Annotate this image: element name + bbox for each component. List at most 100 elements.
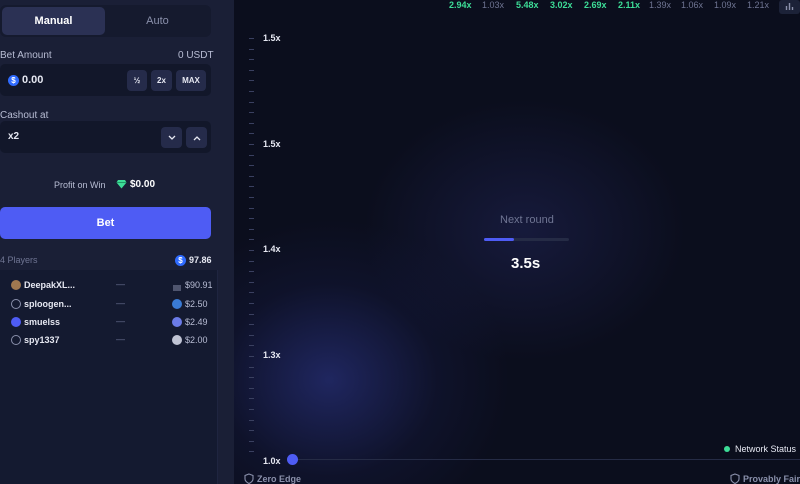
y-axis-tick bbox=[249, 420, 254, 421]
history-item[interactable]: 1.39x bbox=[649, 0, 671, 12]
history-item[interactable]: 3.02x bbox=[550, 0, 573, 12]
avatar bbox=[11, 299, 21, 309]
y-axis-tick bbox=[249, 314, 254, 315]
y-axis-tick bbox=[249, 197, 254, 198]
y-axis-tick bbox=[249, 59, 254, 60]
y-axis-tick bbox=[249, 303, 254, 304]
x-axis-line bbox=[292, 459, 800, 460]
player-row: smuelss — $2.49 bbox=[0, 315, 218, 331]
y-axis-tick bbox=[249, 91, 254, 92]
player-row: sploogen... — $2.50 bbox=[0, 297, 218, 313]
y-axis-tick bbox=[249, 356, 254, 357]
coin-icon bbox=[172, 317, 182, 327]
y-axis-tick bbox=[249, 451, 254, 452]
player-amount: $90.91 bbox=[185, 280, 213, 290]
stack-icon bbox=[172, 280, 182, 291]
player-name: DeepakXL... bbox=[24, 280, 76, 290]
tab-auto[interactable]: Auto bbox=[106, 7, 209, 35]
y-axis-tick bbox=[249, 377, 254, 378]
coin-icon bbox=[172, 335, 182, 345]
y-axis-tick bbox=[249, 398, 254, 399]
bet-amount-label: Bet Amount bbox=[0, 50, 52, 61]
player-cashout: — bbox=[116, 279, 125, 289]
bet-amount-field[interactable]: $ 0.00 ½ 2x MAX bbox=[0, 64, 211, 96]
player-amount: $2.00 bbox=[185, 335, 208, 345]
round-progress-fill bbox=[484, 238, 514, 241]
zero-edge-link[interactable]: Zero Edge bbox=[257, 474, 301, 484]
y-axis-tick bbox=[249, 38, 254, 39]
history-item[interactable]: 5.48x bbox=[516, 0, 539, 12]
usd-coin-icon: $ bbox=[175, 255, 186, 266]
y-axis-tick bbox=[249, 133, 254, 134]
players-total: 97.86 bbox=[189, 255, 212, 265]
cashout-increase-button[interactable] bbox=[186, 127, 207, 148]
cashout-input[interactable]: x2 bbox=[8, 131, 19, 142]
y-axis-label: 1.4x bbox=[263, 244, 281, 254]
player-name: smuelss bbox=[24, 317, 61, 327]
history-item[interactable]: 2.69x bbox=[584, 0, 607, 12]
next-round-label: Next round bbox=[500, 214, 554, 226]
y-axis-tick bbox=[249, 250, 254, 251]
y-axis-tick bbox=[249, 155, 254, 156]
player-cashout: — bbox=[116, 316, 125, 326]
history-item[interactable]: 1.21x bbox=[747, 0, 769, 12]
y-axis-tick bbox=[249, 430, 254, 431]
y-axis-tick bbox=[249, 112, 254, 113]
player-name: spy1337 bbox=[24, 335, 60, 345]
y-axis-tick bbox=[249, 176, 254, 177]
history-item[interactable]: 1.06x bbox=[681, 0, 703, 12]
y-axis-tick bbox=[249, 409, 254, 410]
y-axis-tick bbox=[249, 144, 254, 145]
y-axis-tick bbox=[249, 165, 254, 166]
y-axis-tick bbox=[249, 271, 254, 272]
multiplier-marker bbox=[287, 454, 298, 465]
network-status[interactable]: Network Status bbox=[735, 444, 796, 454]
shield-icon bbox=[244, 473, 254, 484]
provably-fair-link[interactable]: Provably Fair bbox=[743, 474, 800, 484]
bet-button[interactable]: Bet bbox=[0, 207, 211, 239]
player-row: spy1337 — $2.00 bbox=[0, 333, 218, 349]
y-axis-tick bbox=[249, 367, 254, 368]
y-axis-tick bbox=[249, 208, 254, 209]
history-stats-button[interactable] bbox=[779, 0, 800, 14]
y-axis-label: 1.3x bbox=[263, 350, 281, 360]
players-count: 4 Players bbox=[0, 255, 38, 265]
gem-icon bbox=[116, 180, 127, 189]
y-axis-tick bbox=[249, 282, 254, 283]
history-item[interactable]: 2.11x bbox=[618, 0, 640, 12]
tab-manual[interactable]: Manual bbox=[2, 7, 105, 35]
bet-amount-input[interactable]: 0.00 bbox=[22, 74, 43, 86]
player-amount: $2.50 bbox=[185, 299, 208, 309]
avatar bbox=[11, 280, 21, 290]
y-axis-tick bbox=[249, 229, 254, 230]
history-item[interactable]: 1.09x bbox=[714, 0, 736, 12]
avatar bbox=[11, 317, 21, 327]
cashout-label: Cashout at bbox=[0, 110, 49, 121]
y-axis-tick bbox=[249, 441, 254, 442]
y-axis-label: 1.5x bbox=[263, 33, 281, 43]
player-name: sploogen... bbox=[24, 299, 72, 309]
double-button[interactable]: 2x bbox=[151, 70, 172, 91]
bar-chart-icon bbox=[785, 3, 794, 10]
bet-panel: Manual Auto Bet Amount 0 USDT $ 0.00 ½ 2… bbox=[0, 0, 234, 484]
max-button[interactable]: MAX bbox=[176, 70, 206, 91]
balance-value: 0 USDT bbox=[178, 50, 214, 61]
coin-icon bbox=[172, 299, 182, 309]
status-dot bbox=[724, 446, 730, 452]
y-axis-tick bbox=[249, 218, 254, 219]
cashout-decrease-button[interactable] bbox=[161, 127, 182, 148]
y-axis-tick bbox=[249, 102, 254, 103]
usd-coin-icon: $ bbox=[8, 75, 19, 86]
mode-tabs: Manual Auto bbox=[0, 5, 211, 37]
players-list: DeepakXL... — $90.91 sploogen... — $2.50… bbox=[0, 270, 218, 484]
y-axis-tick bbox=[249, 292, 254, 293]
y-axis-tick bbox=[249, 239, 254, 240]
avatar bbox=[11, 335, 21, 345]
cashout-field[interactable]: x2 bbox=[0, 121, 211, 153]
y-axis-tick bbox=[249, 80, 254, 81]
round-countdown: 3.5s bbox=[511, 255, 541, 272]
half-button[interactable]: ½ bbox=[127, 70, 147, 91]
history-item[interactable]: 1.03x bbox=[482, 0, 504, 12]
history-item[interactable]: 2.94x bbox=[449, 0, 472, 12]
y-axis-tick bbox=[249, 345, 254, 346]
